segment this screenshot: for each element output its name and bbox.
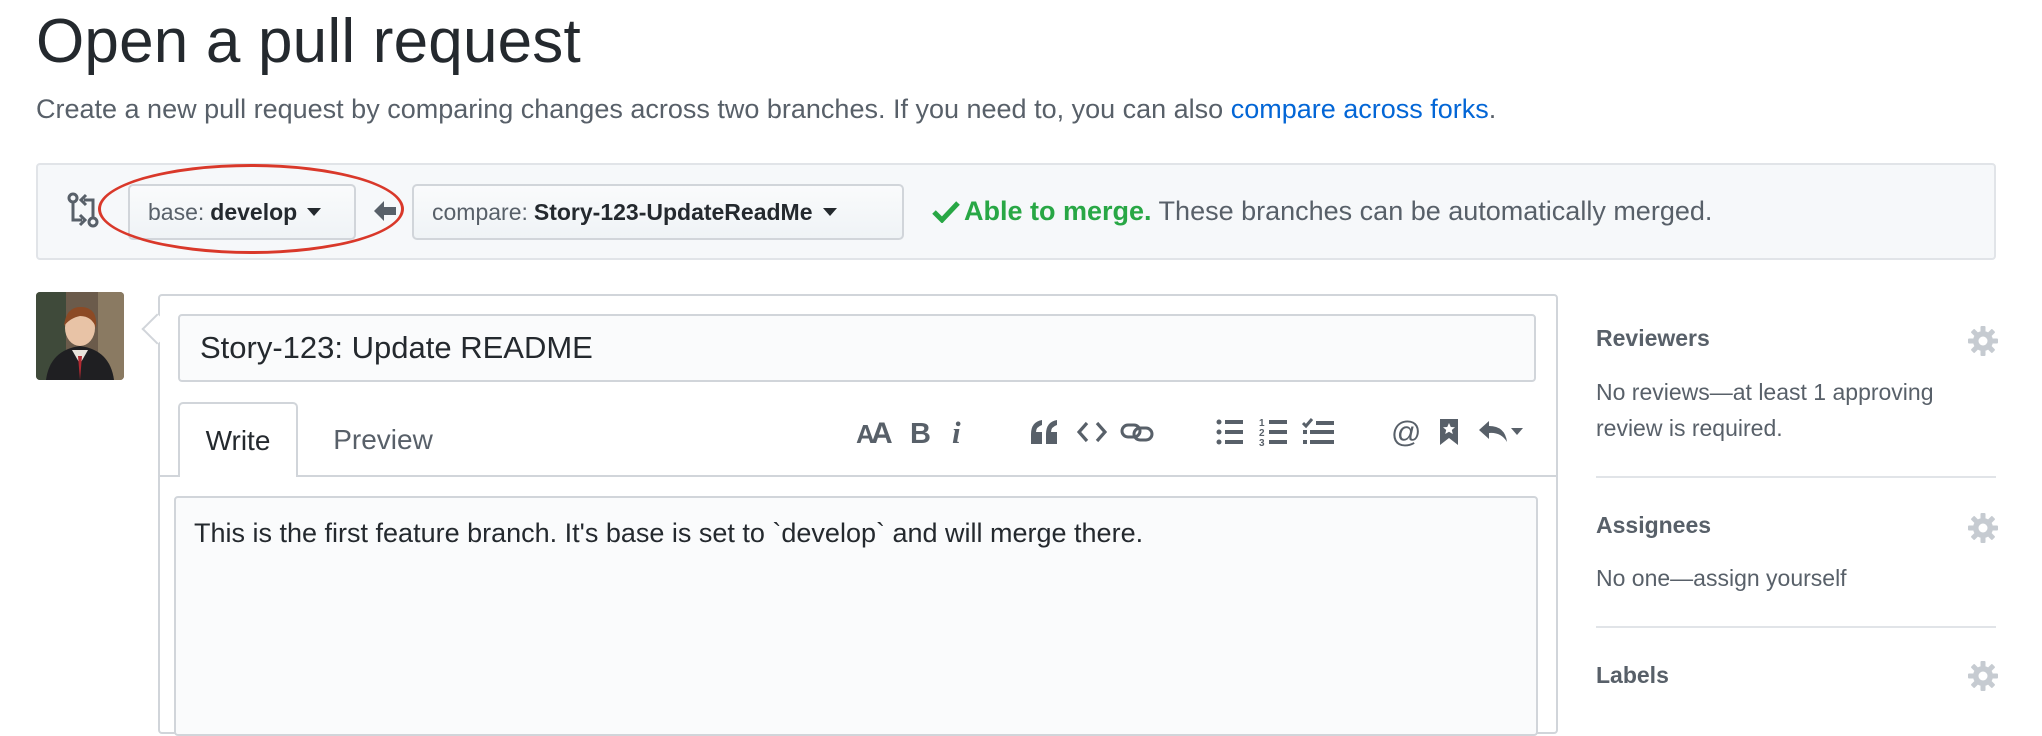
bold-icon[interactable]: B (904, 412, 936, 452)
mention-icon[interactable]: @ (1388, 412, 1424, 452)
gear-icon[interactable] (1968, 513, 1998, 543)
assignees-heading[interactable]: Assignees (1596, 512, 1711, 539)
text-size-icon[interactable]: AA (854, 412, 894, 452)
bulleted-list-icon[interactable] (1212, 412, 1248, 452)
compare-prefix: compare: (432, 198, 528, 225)
page-subtitle: Create a new pull request by comparing c… (36, 94, 1496, 125)
subtitle-text: Create a new pull request by comparing c… (36, 94, 1231, 124)
reviewers-text-line-1: No reviews—at least 1 approving (1596, 379, 1934, 405)
svg-text:3: 3 (1259, 438, 1265, 447)
compare-branch-name: Story-123-UpdateReadMe (533, 198, 813, 225)
page-title: Open a pull request (36, 7, 581, 76)
compare-across-forks-link[interactable]: compare across forks (1231, 94, 1489, 124)
compare-branches-icon (67, 192, 99, 228)
svg-text:A: A (871, 417, 892, 447)
tab-write[interactable]: Write (178, 402, 298, 477)
svg-text:i: i (952, 417, 961, 447)
avatar-image (36, 292, 124, 380)
assignees-text[interactable]: No one—assign yourself (1596, 560, 1847, 596)
subtitle-end: . (1488, 94, 1497, 124)
chevron-down-icon (822, 208, 837, 216)
svg-text:B: B (910, 418, 931, 447)
merge-ok-text: Able to merge. (964, 196, 1152, 226)
italic-icon[interactable]: i (944, 412, 972, 452)
labels-heading[interactable]: Labels (1596, 662, 1669, 689)
compare-branch-selector[interactable]: compare: Story-123-UpdateReadMe (412, 184, 904, 240)
bookmark-icon[interactable] (1434, 412, 1464, 452)
svg-text:@: @ (1391, 416, 1421, 448)
tab-preview[interactable]: Preview (316, 402, 450, 477)
pr-body-textarea[interactable]: This is the first feature branch. It's b… (174, 496, 1538, 736)
pr-title-input[interactable] (178, 314, 1536, 382)
avatar[interactable] (36, 292, 124, 380)
reviewers-heading[interactable]: Reviewers (1596, 325, 1710, 352)
code-icon[interactable] (1074, 412, 1110, 452)
reply-icon[interactable] (1476, 412, 1526, 452)
sidebar-divider (1596, 476, 1996, 478)
numbered-list-icon[interactable]: 123 (1256, 412, 1292, 452)
check-icon (932, 201, 960, 223)
gear-icon[interactable] (1968, 326, 1998, 356)
merge-status: Able to merge. These branches can be aut… (932, 196, 1712, 227)
reviewers-text-line-2: review is required. (1596, 415, 1783, 441)
merge-status-text: These branches can be automatically merg… (1151, 196, 1713, 226)
task-list-icon[interactable] (1300, 412, 1338, 452)
annotation-ellipse (98, 164, 404, 254)
gear-icon[interactable] (1968, 661, 1998, 691)
sidebar-divider (1596, 626, 1996, 628)
link-icon[interactable] (1118, 412, 1156, 452)
quote-icon[interactable] (1026, 412, 1062, 452)
